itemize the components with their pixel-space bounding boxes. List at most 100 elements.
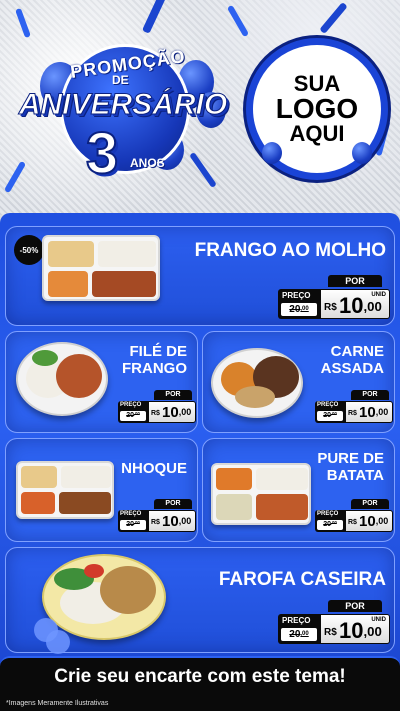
price-new-box: R$ 10,00 (345, 510, 393, 532)
food-salad (32, 350, 58, 366)
product-card-nhoque[interactable]: NHOQUE POR PREÇO 20,00 R$ 10,00 (5, 438, 198, 542)
product-card-file-de-frango[interactable]: FILÉ DE FRANGO POR PREÇO 20,00 R$ 10,00 (5, 331, 198, 433)
old-price: 20 (323, 521, 331, 528)
product-name: PURE DE BATATA (317, 450, 384, 484)
price-cents: ,00 (178, 516, 192, 526)
balloon-decoration (352, 142, 372, 164)
product-card-frango-ao-molho[interactable]: -50% FRANGO AO MOLHO POR PREÇO 20,00 R$ … (5, 226, 395, 326)
price-cents: ,00 (375, 516, 389, 526)
currency-symbol: R$ (348, 519, 357, 526)
price-preco-label: PREÇO (282, 616, 311, 625)
price-por-label: POR (154, 390, 192, 400)
food-bowl-image (16, 342, 108, 416)
price-old-value: 20,00 (120, 520, 146, 530)
food-meat (59, 492, 111, 514)
old-price: 20 (289, 304, 301, 315)
product-name-line2: FRANGO (122, 359, 187, 377)
price-new-box: R$ 10,00 UNID (320, 614, 390, 644)
product-name-line2: ASSADA (320, 359, 384, 377)
price-old-box: PREÇO 20,00 (315, 510, 345, 532)
old-cents: ,00 (300, 631, 309, 637)
price-int: 10 (339, 293, 364, 318)
streamer-decoration (319, 1, 348, 35)
food-tomato (84, 564, 104, 578)
old-price: 20 (126, 521, 134, 528)
old-cents: ,00 (330, 411, 337, 416)
price-por-label: POR (351, 390, 389, 400)
streamer-decoration (15, 7, 31, 39)
price-old-box: PREÇO 20,00 (315, 401, 345, 423)
price-new-box: R$ 10,00 UNID (320, 289, 390, 319)
price-por-label: POR (154, 499, 192, 509)
promo-de: DE (112, 73, 129, 87)
promo-aniversario: ANIVERSÁRIO (18, 88, 228, 122)
food-farofa (100, 566, 156, 614)
cta-banner[interactable]: Crie seu encarte com este tema! (0, 656, 400, 696)
price-cents: ,00 (178, 407, 192, 417)
currency-symbol: R$ (324, 302, 337, 313)
price-old-box: PREÇO 20,00 (278, 289, 320, 319)
new-price: 10,00 (162, 404, 191, 421)
streamer-decoration (226, 4, 250, 38)
old-cents: ,00 (133, 411, 140, 416)
logo-text-line3: AQUI (289, 121, 345, 146)
balloon-decoration (262, 142, 282, 164)
price-old-value: 20,00 (317, 411, 343, 421)
new-price: 10,00 (359, 404, 388, 421)
old-price: 20 (289, 629, 301, 640)
price-old-value: 20,00 (281, 628, 317, 641)
product-card-carne-assada[interactable]: CARNE ASSADA POR PREÇO 20,00 R$ 10,00 (202, 331, 395, 433)
product-name-line1: FILÉ DE (129, 343, 187, 360)
unit-label: UNID (371, 292, 386, 298)
price-old-value: 20,00 (317, 520, 343, 530)
food-rice (21, 466, 57, 488)
price-cents: ,00 (363, 624, 382, 639)
price-preco-label: PREÇO (120, 511, 142, 517)
price-new-box: R$ 10,00 (148, 401, 196, 423)
price-int: 10 (339, 618, 364, 643)
unit-label: UNID (371, 617, 386, 623)
logo-text-line2: LOGO (275, 93, 359, 124)
price-cents: ,00 (375, 407, 389, 417)
price-tag: POR PREÇO 20,00 R$ 10,00 (315, 499, 393, 533)
product-name: CARNE ASSADA (320, 343, 384, 377)
product-card-pure-de-batata[interactable]: PURE DE BATATA POR PREÇO 20,00 R$ 10,00 (202, 438, 395, 542)
currency-symbol: R$ (151, 519, 160, 526)
price-preco-label: PREÇO (317, 402, 339, 408)
streamer-decoration (141, 0, 167, 34)
price-tag: POR PREÇO 20,00 R$ 10,00 UNID (278, 275, 390, 321)
food-chicken (92, 271, 156, 297)
food-tray-image (42, 235, 160, 301)
food-meat (256, 494, 308, 520)
currency-symbol: R$ (324, 627, 337, 638)
price-por-label: POR (328, 275, 382, 287)
product-name-line1: PURE DE (317, 450, 384, 467)
price-por-label: POR (351, 499, 389, 509)
food-tray-image (16, 461, 114, 519)
new-price: 10,00 (359, 513, 388, 530)
price-int: 10 (162, 513, 179, 530)
food-rice (48, 241, 94, 267)
price-tag: POR PREÇO 20,00 R$ 10,00 UNID (278, 600, 390, 646)
food-puree (216, 494, 252, 520)
promo-badge: PROMOÇÃO DE ANIVERSÁRIO 3 ANOS (8, 40, 238, 210)
discount-badge: -50% (14, 235, 44, 265)
new-price: 10,00 (162, 513, 191, 530)
old-price: 20 (323, 412, 331, 419)
product-name: NHOQUE (121, 460, 187, 477)
logo-text-line1: SUA (293, 71, 341, 96)
price-preco-label: PREÇO (120, 402, 142, 408)
price-old-box: PREÇO 20,00 (118, 401, 148, 423)
product-name: FRANGO AO MOLHO (194, 240, 386, 261)
currency-symbol: R$ (151, 410, 160, 417)
price-preco-label: PREÇO (282, 291, 311, 300)
price-old-value: 20,00 (281, 303, 317, 316)
price-cents: ,00 (363, 299, 382, 314)
product-name: FAROFA CASEIRA (218, 569, 386, 590)
currency-symbol: R$ (348, 410, 357, 417)
food-rice (256, 468, 308, 490)
price-old-box: PREÇO 20,00 (278, 614, 320, 644)
old-price: 20 (126, 412, 134, 419)
old-cents: ,00 (300, 306, 309, 312)
food-potato (235, 386, 275, 408)
